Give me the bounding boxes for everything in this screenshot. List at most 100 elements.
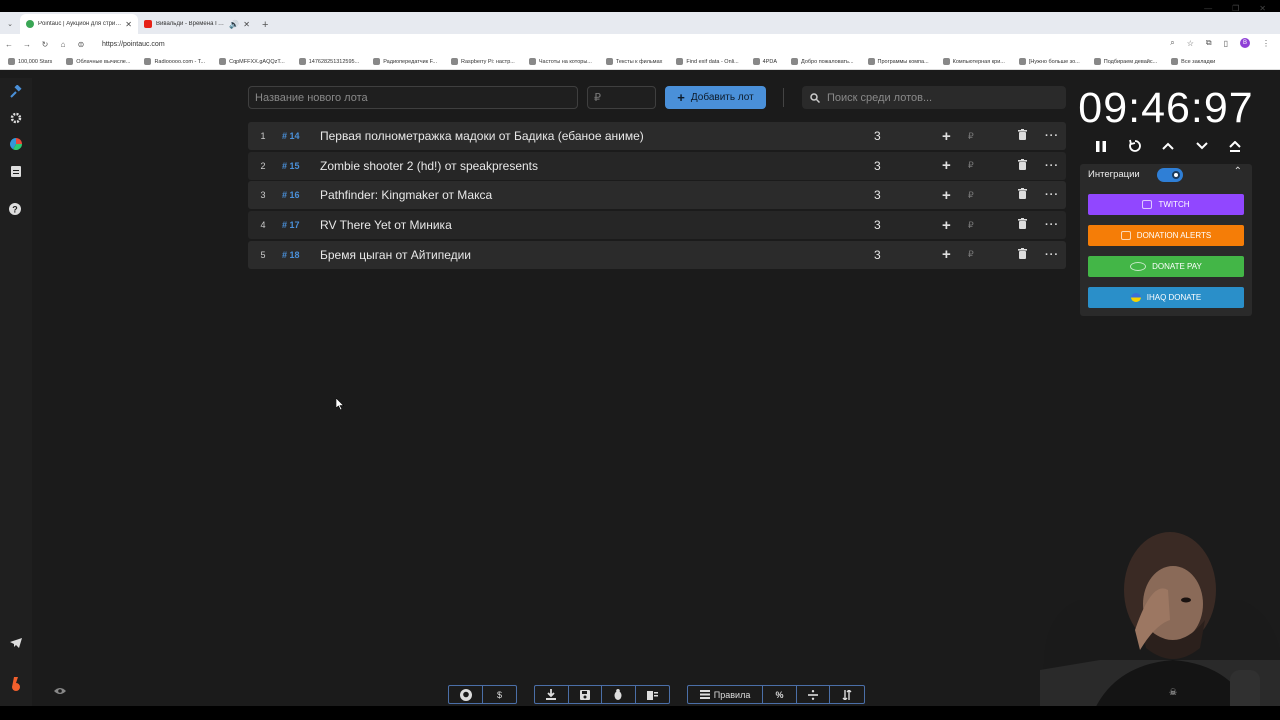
ruble-icon[interactable]: ₽ [968, 220, 974, 231]
close-tab-icon[interactable]: ✕ [243, 20, 250, 29]
twitch-button[interactable]: TWITCH [1088, 194, 1244, 215]
reset-timer-button[interactable] [1122, 137, 1148, 155]
bookmark-item[interactable]: Raspberry Pi: настр... [450, 58, 515, 65]
new-lot-input[interactable] [248, 86, 578, 109]
bookmark-item[interactable]: [Нужно больше зо... [1018, 58, 1080, 65]
site-info-icon[interactable]: ⊜ [72, 40, 90, 49]
forward-icon[interactable]: → [18, 40, 36, 49]
add-amount-plus-icon[interactable]: + [942, 128, 951, 145]
bookmark-item[interactable]: Подбираем девайс... [1093, 58, 1157, 65]
reload-icon[interactable]: ↻ [36, 40, 54, 49]
bookmark-item[interactable]: Облачные вычисле... [66, 58, 130, 65]
new-tab-button[interactable]: + [256, 19, 274, 34]
delete-trash-icon[interactable] [1018, 157, 1027, 175]
double-time-button[interactable] [1222, 137, 1248, 155]
menu-icon[interactable]: ⋮ [1262, 39, 1270, 48]
ruble-icon[interactable]: ₽ [968, 249, 974, 260]
sort-button[interactable] [830, 686, 864, 703]
delete-trash-icon[interactable] [1018, 216, 1027, 234]
donation-alerts-button[interactable]: DONATION ALERTS [1088, 225, 1244, 246]
telegram-icon[interactable] [8, 635, 24, 651]
more-options-icon[interactable]: ··· [1045, 130, 1059, 142]
lot-id[interactable]: # 15 [282, 161, 300, 171]
tab-search-icon[interactable]: ⌄ [0, 20, 20, 34]
boosty-icon[interactable] [8, 676, 24, 692]
ruble-icon[interactable]: ₽ [968, 190, 974, 201]
history-clipboard-icon[interactable] [8, 163, 24, 179]
add-amount-plus-icon[interactable]: + [942, 157, 951, 174]
bookmark-item[interactable]: Radiooooo.com - T... [144, 58, 205, 65]
sidebar-icon[interactable]: ▯ [1224, 39, 1228, 48]
bookmark-item[interactable]: CqpMFFXX.gAQQzT... [219, 58, 285, 65]
home-icon[interactable]: ⌂ [54, 40, 72, 49]
lot-title[interactable]: Первая полнометражка мадоки от Бадика (е… [320, 129, 644, 143]
tab-pointauc[interactable]: Pointauc | Аукцион для стрима ✕ [20, 14, 138, 34]
lot-title[interactable]: Zombie shooter 2 (hd!) от speakpresents [320, 159, 538, 173]
audio-icon[interactable]: 🔊 [229, 20, 239, 29]
bookmark-star-icon[interactable]: ☆ [1187, 39, 1194, 48]
extensions-icon[interactable]: ⧉ [1206, 38, 1212, 48]
add-amount-plus-icon[interactable]: + [942, 246, 951, 263]
delete-trash-icon[interactable] [1018, 186, 1027, 204]
search-input[interactable] [827, 91, 1047, 104]
ruble-icon[interactable]: ₽ [968, 131, 974, 142]
settings-gear-icon[interactable] [8, 110, 24, 126]
profile-avatar[interactable]: B [1240, 38, 1250, 48]
bookmark-item[interactable]: 4PDA [752, 58, 777, 65]
more-options-icon[interactable]: ··· [1045, 189, 1059, 201]
bookmark-item[interactable]: Find exif data - Onli... [676, 58, 739, 65]
zoom-icon[interactable]: ⌕ [1170, 38, 1174, 48]
add-amount-plus-icon[interactable]: + [942, 187, 951, 204]
more-options-icon[interactable]: ··· [1045, 160, 1059, 172]
tab-vivaldi[interactable]: Вивальди - Времена Года 🔊 ✕ [138, 14, 256, 34]
back-icon[interactable]: ← [0, 40, 18, 49]
bookmark-item[interactable]: Добро пожаловать... [791, 58, 854, 65]
lot-id[interactable]: # 14 [282, 131, 300, 141]
lot-amount-input[interactable] [587, 86, 656, 109]
help-icon[interactable]: ? [8, 201, 24, 217]
bookmark-item[interactable]: Тексты к фильмах [605, 58, 662, 65]
pause-button[interactable] [1088, 137, 1114, 155]
save-button[interactable] [569, 686, 602, 703]
ihaq-donate-button[interactable]: IHAQ DONATE [1088, 287, 1244, 308]
minimize-icon[interactable]: — [1204, 4, 1212, 13]
add-time-button[interactable] [1155, 137, 1181, 155]
github-button[interactable] [449, 686, 483, 703]
lot-id[interactable]: # 17 [282, 220, 300, 230]
add-lot-button[interactable]: + Добавить лот [665, 86, 766, 109]
bookmark-item[interactable]: 100,000 Stars [8, 58, 52, 65]
donate-dollar-button[interactable]: $ [483, 686, 516, 703]
lot-title[interactable]: Pathfinder: Kingmaker от Макса [320, 188, 492, 202]
lot-id[interactable]: # 16 [282, 190, 300, 200]
eye-icon[interactable] [54, 687, 66, 695]
close-window-icon[interactable]: ✕ [1259, 4, 1266, 13]
bug-report-button[interactable] [602, 686, 636, 703]
integrations-toggle[interactable] [1157, 168, 1183, 182]
wheel-icon[interactable] [8, 136, 24, 152]
subtract-time-button[interactable] [1189, 137, 1215, 155]
lot-title[interactable]: RV There Yet от Миника [320, 218, 452, 232]
close-tab-icon[interactable]: ✕ [125, 20, 132, 29]
chevron-up-icon[interactable]: ⌃ [1234, 166, 1242, 177]
percent-button[interactable]: % [763, 686, 797, 703]
maximize-icon[interactable]: ❐ [1232, 4, 1239, 13]
more-options-icon[interactable]: ··· [1045, 219, 1059, 231]
split-button[interactable] [797, 686, 831, 703]
bookmark-item[interactable]: 147628251312595... [298, 58, 359, 65]
bookmark-item[interactable]: Все закладки [1171, 58, 1215, 65]
add-amount-plus-icon[interactable]: + [942, 217, 951, 234]
more-options-icon[interactable]: ··· [1045, 249, 1059, 261]
bookmark-item[interactable]: Программы компа... [867, 58, 929, 65]
download-button[interactable] [535, 686, 569, 703]
auction-gavel-icon[interactable] [8, 84, 24, 100]
url-field[interactable]: https://pointauc.com [102, 41, 165, 48]
ruble-icon[interactable]: ₽ [968, 160, 974, 171]
bookmark-item[interactable]: Частоты на которы... [528, 58, 592, 65]
delete-trash-icon[interactable] [1018, 127, 1027, 145]
lot-id[interactable]: # 18 [282, 250, 300, 260]
rules-button[interactable]: Правила [688, 686, 764, 703]
clear-lots-button[interactable] [636, 686, 669, 703]
bookmark-item[interactable]: Компьютерная кри... [942, 58, 1005, 65]
bookmark-item[interactable]: Радиопередатчик F... [373, 58, 437, 65]
lot-title[interactable]: Бремя цыган от Айтипедии [320, 248, 471, 262]
